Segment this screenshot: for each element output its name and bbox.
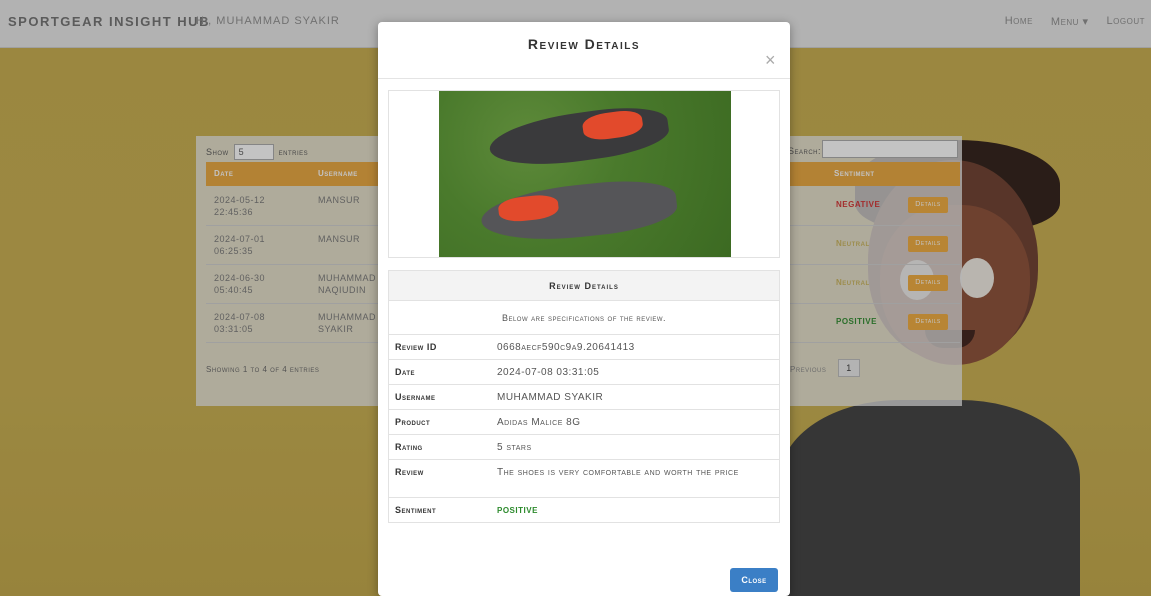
detail-label: Sentiment bbox=[395, 505, 437, 515]
detail-row-date: Date 2024-07-08 03:31:05 bbox=[389, 360, 779, 385]
detail-label: Review bbox=[395, 467, 424, 477]
detail-row-rating: Rating 5 stars bbox=[389, 435, 779, 460]
detail-row-review-id: Review ID 0668aecf590c9a9.20641413 bbox=[389, 335, 779, 360]
product-image bbox=[439, 91, 731, 257]
details-card-subtitle: Below are specifications of the review. bbox=[389, 301, 779, 335]
modal-title: Review Details bbox=[527, 36, 641, 52]
detail-value: Adidas Malice 8G bbox=[497, 417, 581, 428]
detail-row-review: Review The shoes is very comfortable and… bbox=[389, 460, 779, 498]
detail-label: Product bbox=[395, 417, 431, 427]
detail-row-username: Username MUHAMMAD SYAKIR bbox=[389, 385, 779, 410]
details-card-title: Review Details bbox=[389, 271, 779, 301]
close-button[interactable]: Close bbox=[730, 568, 778, 592]
shoe-bottom bbox=[478, 174, 680, 248]
detail-row-product: Product Adidas Malice 8G bbox=[389, 410, 779, 435]
detail-value: The shoes is very comfortable and worth … bbox=[497, 467, 739, 478]
detail-value: 5 stars bbox=[497, 442, 532, 453]
detail-row-sentiment: Sentiment POSITIVE bbox=[389, 498, 779, 522]
detail-value: MUHAMMAD SYAKIR bbox=[497, 392, 604, 403]
product-image-frame bbox=[388, 90, 780, 258]
detail-value: 0668aecf590c9a9.20641413 bbox=[497, 342, 635, 353]
detail-label: Date bbox=[395, 367, 416, 377]
detail-label: Review ID bbox=[395, 342, 437, 352]
detail-value: 2024-07-08 03:31:05 bbox=[497, 367, 600, 378]
close-icon[interactable]: × bbox=[765, 50, 776, 71]
detail-label: Rating bbox=[395, 442, 423, 452]
detail-label: Username bbox=[395, 392, 436, 402]
review-details-modal: Review Details × Review Details Below ar… bbox=[378, 22, 790, 596]
details-card: Review Details Below are specifications … bbox=[388, 270, 780, 523]
shoe-top bbox=[486, 100, 672, 174]
modal-divider bbox=[378, 78, 790, 79]
sentiment-badge: POSITIVE bbox=[497, 506, 538, 515]
